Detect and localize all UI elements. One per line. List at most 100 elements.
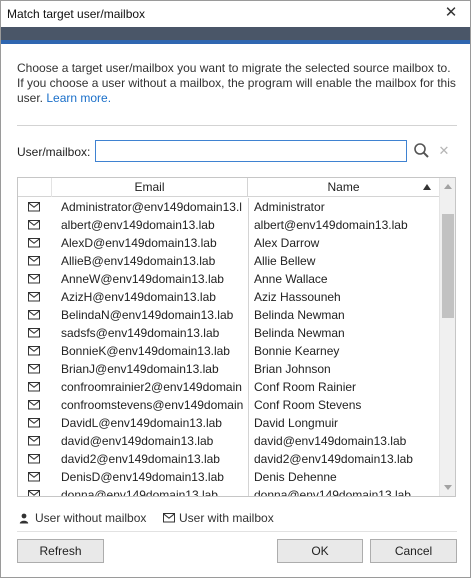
vertical-scrollbar[interactable] — [439, 178, 455, 496]
user-icon — [19, 513, 29, 524]
name-cell: Belinda Newman — [254, 308, 345, 322]
refresh-button[interactable]: Refresh — [17, 539, 104, 563]
name-cell: Belinda Newman — [254, 326, 345, 340]
mailbox-table: Email Name Administrator@env149domain13.… — [17, 177, 456, 497]
table-row[interactable]: BonnieK@env149domain13.lab Bonnie Kearney — [18, 342, 439, 360]
email-cell: albert@env149domain13.lab — [61, 218, 215, 232]
mail-icon — [18, 378, 52, 396]
learn-more-link[interactable]: Learn more. — [46, 91, 111, 105]
table-row[interactable]: confroomrainier2@env149domain Conf Room R… — [18, 378, 439, 396]
name-cell: donna@env149domain13.lab — [254, 488, 411, 497]
mail-icon — [18, 288, 52, 306]
sort-ascending-icon — [423, 184, 431, 190]
email-cell: AlexD@env149domain13.lab — [61, 236, 217, 250]
name-cell: david@env149domain13.lab — [254, 434, 407, 448]
email-cell: AllieB@env149domain13.lab — [61, 254, 216, 268]
table-row[interactable]: BrianJ@env149domain13.lab Brian Johnson — [18, 360, 439, 378]
table-row[interactable]: AllieB@env149domain13.lab Allie Bellew — [18, 252, 439, 270]
user-mailbox-search-input[interactable] — [95, 140, 407, 162]
table-row[interactable]: BelindaN@env149domain13.lab Belinda Newma… — [18, 306, 439, 324]
match-target-dialog: Match target user/mailbox ✕ Choose a tar… — [0, 0, 471, 578]
mail-icon — [18, 324, 52, 342]
mail-icon — [18, 252, 52, 270]
clear-search-icon[interactable]: ✕ — [437, 142, 451, 160]
table-row[interactable]: AzizH@env149domain13.lab Aziz Hassouneh — [18, 288, 439, 306]
name-cell: Administrator — [254, 200, 325, 214]
mail-icon — [18, 468, 52, 486]
table-row[interactable]: david@env149domain13.lab david@env149doma… — [18, 432, 439, 450]
mail-icon — [18, 342, 52, 360]
name-cell: Anne Wallace — [254, 272, 328, 286]
legend-without-mailbox-label: User without mailbox — [35, 511, 147, 525]
title-bar: Match target user/mailbox ✕ — [1, 1, 470, 27]
email-cell: BelindaN@env149domain13.lab — [61, 308, 234, 322]
email-cell: david2@env149domain13.lab — [61, 452, 220, 466]
table-row[interactable]: confroomstevens@env149domain Conf Room St… — [18, 396, 439, 414]
email-cell: confroomstevens@env149domain — [61, 398, 244, 412]
mail-icon — [18, 216, 52, 234]
scroll-down-icon[interactable] — [444, 485, 452, 490]
mail-icon — [163, 513, 175, 523]
mail-icon — [18, 414, 52, 432]
ok-button[interactable]: OK — [277, 539, 363, 563]
column-header-type[interactable] — [18, 178, 52, 197]
scrollbar-thumb[interactable] — [442, 214, 454, 318]
email-cell: BrianJ@env149domain13.lab — [61, 362, 219, 376]
table-row[interactable]: Administrator@env149domain13.l Administra… — [18, 198, 439, 216]
email-cell: confroomrainier2@env149domain — [61, 380, 242, 394]
table-header: Email Name — [18, 178, 439, 197]
header-band — [1, 27, 470, 44]
name-cell: Brian Johnson — [254, 362, 331, 376]
table-row[interactable]: AnneW@env149domain13.lab Anne Wallace — [18, 270, 439, 288]
table-row[interactable]: DavidL@env149domain13.lab David Longmuir — [18, 414, 439, 432]
column-header-name[interactable]: Name — [248, 178, 439, 197]
mail-icon — [18, 432, 52, 450]
email-cell: donna@env149domain13.lab — [61, 488, 218, 497]
name-cell: Allie Bellew — [254, 254, 316, 268]
mail-icon — [18, 360, 52, 378]
name-cell: Aziz Hassouneh — [254, 290, 341, 304]
email-cell: david@env149domain13.lab — [61, 434, 214, 448]
divider — [17, 125, 457, 126]
column-header-email[interactable]: Email — [52, 178, 248, 197]
email-cell: DenisD@env149domain13.lab — [61, 470, 224, 484]
name-cell: albert@env149domain13.lab — [254, 218, 408, 232]
search-icon[interactable] — [412, 141, 432, 161]
mail-icon — [18, 396, 52, 414]
email-cell: Administrator@env149domain13.l — [61, 200, 242, 214]
email-cell: AnneW@env149domain13.lab — [61, 272, 224, 286]
user-mailbox-label: User/mailbox: — [17, 145, 91, 159]
mail-icon — [18, 486, 52, 496]
email-cell: BonnieK@env149domain13.lab — [61, 344, 230, 358]
mail-icon — [18, 198, 52, 216]
cancel-button[interactable]: Cancel — [370, 539, 457, 563]
mail-icon — [18, 234, 52, 252]
table-body: Administrator@env149domain13.l Administra… — [18, 198, 439, 497]
accent-stripe — [1, 40, 470, 44]
table-row[interactable]: DenisD@env149domain13.lab Denis Dehenne — [18, 468, 439, 486]
table-row[interactable]: sadsfs@env149domain13.lab Belinda Newman — [18, 324, 439, 342]
name-cell: Denis Dehenne — [254, 470, 337, 484]
close-icon[interactable]: ✕ — [442, 4, 460, 22]
footer-divider — [17, 531, 457, 532]
mail-icon — [18, 450, 52, 468]
name-cell: Conf Room Rainier — [254, 380, 357, 394]
intro-text: Choose a target user/mailbox you want to… — [17, 61, 457, 106]
table-row[interactable]: david2@env149domain13.lab david2@env149do… — [18, 450, 439, 468]
name-cell: Bonnie Kearney — [254, 344, 340, 358]
table-row[interactable]: albert@env149domain13.lab albert@env149do… — [18, 216, 439, 234]
email-cell: AzizH@env149domain13.lab — [61, 290, 216, 304]
name-cell: David Longmuir — [254, 416, 339, 430]
table-row[interactable]: AlexD@env149domain13.lab Alex Darrow — [18, 234, 439, 252]
name-cell: david2@env149domain13.lab — [254, 452, 413, 466]
name-cell: Alex Darrow — [254, 236, 320, 250]
mail-icon — [18, 306, 52, 324]
email-cell: DavidL@env149domain13.lab — [61, 416, 222, 430]
dialog-title: Match target user/mailbox — [7, 7, 146, 21]
table-row[interactable]: donna@env149domain13.lab donna@env149doma… — [18, 486, 439, 497]
name-cell: Conf Room Stevens — [254, 398, 362, 412]
legend-with-mailbox-label: User with mailbox — [179, 511, 274, 525]
column-header-name-label: Name — [327, 180, 360, 194]
email-cell: sadsfs@env149domain13.lab — [61, 326, 220, 340]
scroll-up-icon[interactable] — [444, 184, 452, 189]
